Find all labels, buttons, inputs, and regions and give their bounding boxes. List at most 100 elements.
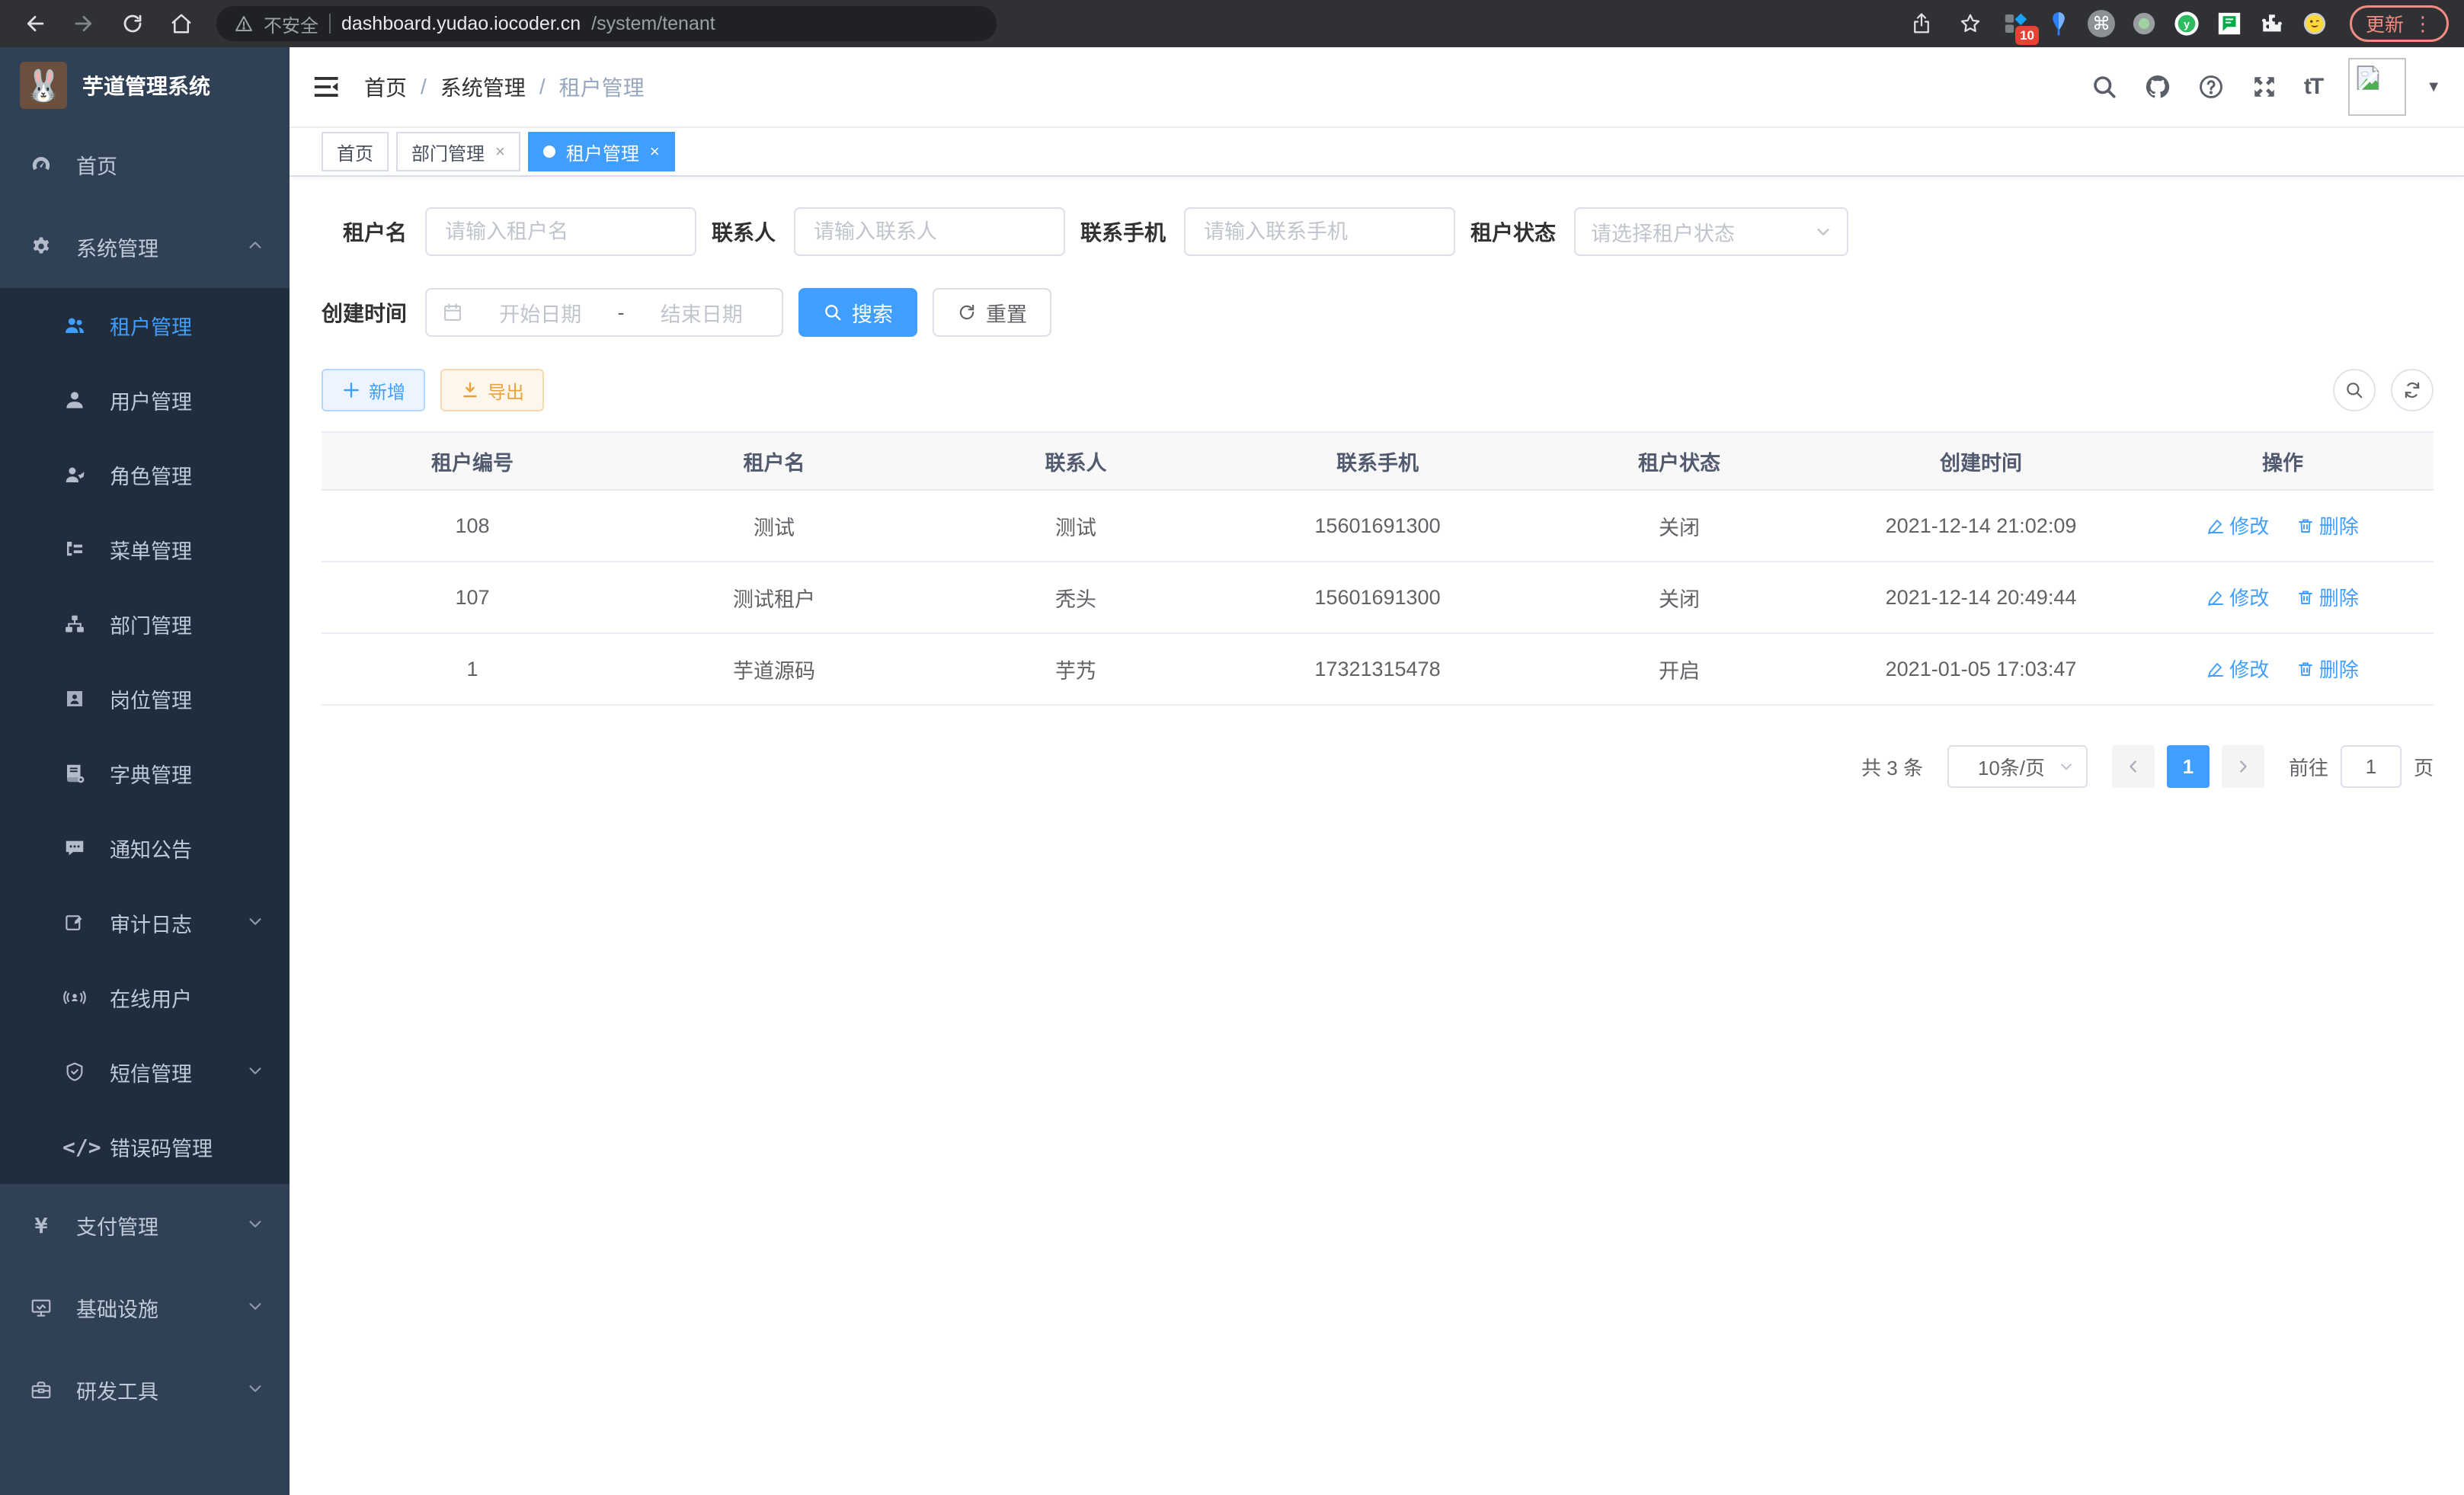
close-icon[interactable]: ×: [650, 142, 660, 162]
chrome-update-button[interactable]: 更新 ⋮: [2350, 5, 2449, 42]
status-select[interactable]: 请选择租户状态: [1574, 207, 1848, 256]
sidebar-item-home[interactable]: 首页: [0, 123, 290, 206]
extension-yuque-icon[interactable]: y: [2170, 7, 2203, 40]
reset-button[interactable]: 重置: [933, 288, 1051, 337]
sidebar-item-label: 短信管理: [110, 1058, 192, 1087]
col-tenant-id: 租户编号: [322, 432, 623, 490]
sidebar-item-pay[interactable]: ¥ 支付管理: [0, 1184, 290, 1266]
tab-tenant[interactable]: 租户管理 ×: [528, 132, 675, 171]
page-number-1[interactable]: 1: [2167, 745, 2210, 788]
sidebar-item-devtools[interactable]: 研发工具: [0, 1349, 290, 1431]
cell-name: 测试租户: [623, 562, 925, 633]
sidebar-item-tenant[interactable]: 租户管理: [0, 288, 290, 363]
avatar[interactable]: [2348, 58, 2406, 116]
extension-puzzle-icon[interactable]: [2255, 7, 2289, 40]
code-icon: </>: [62, 1135, 87, 1160]
org-chart-icon: [62, 612, 87, 636]
prev-page-button[interactable]: [2112, 745, 2155, 788]
cell-status: 开启: [1528, 633, 1830, 705]
export-button[interactable]: 导出: [440, 369, 544, 411]
delete-link[interactable]: 删除: [2296, 583, 2359, 611]
delete-link[interactable]: 删除: [2296, 511, 2359, 539]
header-search-icon[interactable]: [2091, 73, 2118, 101]
chevron-left-icon: [2125, 758, 2142, 775]
sidebar-system-submenu: 租户管理 用户管理 角色管理: [0, 288, 290, 1184]
extension-proxy-icon[interactable]: 10: [1999, 7, 2033, 40]
bookmark-star-icon[interactable]: [1950, 4, 1990, 43]
show-search-toggle-button[interactable]: [2333, 369, 2376, 411]
tab-dept[interactable]: 部门管理 ×: [396, 132, 520, 171]
sidebar-item-system[interactable]: 系统管理: [0, 206, 290, 288]
help-icon[interactable]: [2197, 73, 2225, 101]
breadcrumb-system[interactable]: 系统管理: [440, 72, 526, 102]
close-icon[interactable]: ×: [495, 142, 505, 162]
mobile-input[interactable]: [1184, 207, 1455, 256]
goto-page-input[interactable]: [2341, 745, 2402, 788]
col-status: 租户状态: [1528, 432, 1830, 490]
table-row: 107 测试租户 秃头 15601691300 关闭 2021-12-14 20…: [322, 562, 2434, 633]
browser-home-icon[interactable]: [162, 4, 201, 43]
tenant-name-input[interactable]: [425, 207, 696, 256]
sidebar-collapse-icon[interactable]: [312, 72, 341, 101]
edit-icon: [2206, 588, 2225, 607]
sidebar-item-error-code[interactable]: </> 错误码管理: [0, 1109, 290, 1184]
fullscreen-icon[interactable]: [2251, 73, 2278, 101]
filter-contact-label: 联系人: [712, 216, 794, 247]
sidebar-item-post[interactable]: 岗位管理: [0, 661, 290, 736]
sidebar-item-audit-log[interactable]: 审计日志: [0, 885, 290, 960]
tab-label: 首页: [337, 139, 373, 165]
sidebar-item-dept[interactable]: 部门管理: [0, 587, 290, 661]
browser-reload-icon[interactable]: [113, 4, 152, 43]
table-header-row: 租户编号 租户名 联系人 联系手机 租户状态 创建时间 操作: [322, 432, 2434, 490]
sidebar-item-infra[interactable]: 基础设施: [0, 1266, 290, 1349]
trash-icon: [2296, 660, 2315, 678]
edit-link[interactable]: 修改: [2206, 655, 2269, 683]
sidebar-item-label: 支付管理: [76, 1211, 158, 1240]
avatar-caret-icon[interactable]: ▼: [2426, 78, 2441, 96]
sidebar-item-online-users[interactable]: 在线用户: [0, 960, 290, 1035]
delete-link[interactable]: 删除: [2296, 655, 2359, 683]
app-logo: 🐰: [20, 62, 67, 109]
create-time-range-picker[interactable]: 开始日期 - 结束日期: [425, 288, 783, 337]
plus-icon: [341, 380, 361, 400]
sidebar-item-role[interactable]: 角色管理: [0, 437, 290, 512]
extension-emoji-icon[interactable]: [2298, 7, 2331, 40]
next-page-button[interactable]: [2222, 745, 2264, 788]
page-size-select[interactable]: 10条/页: [1947, 745, 2088, 788]
edit-link[interactable]: 修改: [2206, 511, 2269, 539]
browser-forward-icon[interactable]: [64, 4, 104, 43]
app-logo-row[interactable]: 🐰 芋道管理系统: [0, 47, 290, 123]
edit-link[interactable]: 修改: [2206, 583, 2269, 611]
browser-back-icon[interactable]: [15, 4, 55, 43]
sidebar-item-notice[interactable]: 通知公告: [0, 811, 290, 885]
github-icon[interactable]: [2144, 73, 2171, 101]
contact-input[interactable]: [794, 207, 1065, 256]
sidebar-item-label: 系统管理: [76, 232, 158, 262]
extension-pin-icon[interactable]: [2042, 7, 2075, 40]
extension-dot-icon[interactable]: [2127, 7, 2161, 40]
address-bar[interactable]: 不安全 dashboard.yudao.iocoder.cn/system/te…: [216, 6, 997, 41]
extension-chat-icon[interactable]: [2213, 7, 2246, 40]
add-button[interactable]: 新增: [322, 369, 425, 411]
monitor-icon: [29, 1295, 53, 1320]
cell-created: 2021-12-14 21:02:09: [1830, 490, 2132, 562]
sidebar-item-dict[interactable]: 字典管理: [0, 736, 290, 811]
search-button[interactable]: 搜索: [798, 288, 917, 337]
tenant-table: 租户编号 租户名 联系人 联系手机 租户状态 创建时间 操作 108 测试: [322, 431, 2434, 706]
update-label: 更新: [2366, 10, 2404, 37]
extension-cmd-icon[interactable]: ⌘: [2085, 7, 2118, 40]
omnibox-divider: [329, 14, 331, 34]
share-icon[interactable]: [1902, 4, 1941, 43]
font-size-icon[interactable]: tT: [2304, 74, 2322, 100]
trash-icon: [2296, 588, 2315, 607]
breadcrumb: 首页 / 系统管理 / 租户管理: [364, 72, 645, 102]
sidebar-item-menu[interactable]: 菜单管理: [0, 512, 290, 587]
sidebar-item-user[interactable]: 用户管理: [0, 363, 290, 437]
breadcrumb-home[interactable]: 首页: [364, 72, 407, 102]
browser-menu-icon[interactable]: ⋮: [2413, 12, 2433, 36]
tab-home[interactable]: 首页: [322, 132, 389, 171]
cell-name: 测试: [623, 490, 925, 562]
refresh-table-button[interactable]: [2391, 369, 2434, 411]
sidebar-item-sms[interactable]: 短信管理: [0, 1035, 290, 1109]
sidebar-item-label: 在线用户: [110, 983, 192, 1013]
